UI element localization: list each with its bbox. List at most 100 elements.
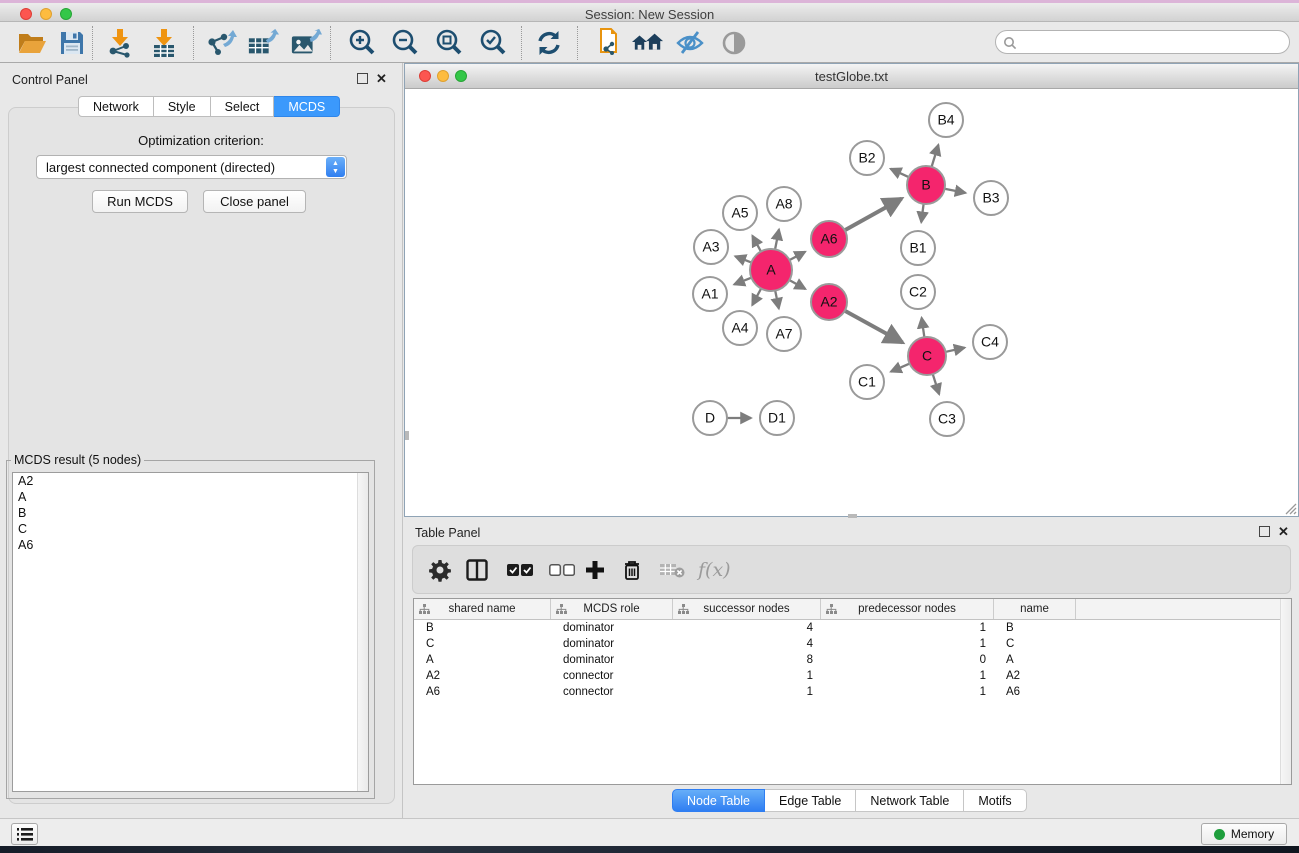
column-header-MCDS-role[interactable]: MCDS role — [551, 599, 673, 619]
window-title: Session: New Session — [0, 7, 1299, 22]
deselect-all-icon[interactable] — [549, 556, 575, 584]
table-cell: connector — [551, 684, 673, 700]
table-cell: dominator — [551, 620, 673, 636]
mcds-result-item[interactable]: B — [13, 505, 368, 521]
export-image-icon[interactable] — [290, 27, 322, 59]
select-all-icon[interactable] — [507, 556, 533, 584]
graph-node-label-A: A — [766, 262, 776, 278]
tab-node-table[interactable]: Node Table — [672, 789, 765, 812]
graph-edge-C-C3[interactable] — [932, 372, 939, 394]
graph-edge-A-A7[interactable] — [775, 289, 779, 309]
table-row[interactable]: A2connector11A2 — [414, 668, 1280, 684]
tab-network[interactable]: Network — [78, 96, 154, 117]
delete-table-icon[interactable] — [659, 556, 685, 584]
close-panel-button[interactable]: Close panel — [203, 190, 306, 213]
open-file-icon[interactable] — [16, 27, 48, 59]
mcds-result-item[interactable]: C — [13, 521, 368, 537]
graph-edge-C-C1[interactable] — [891, 363, 912, 372]
mcds-result-list[interactable]: A2ABCA6 — [12, 472, 369, 792]
graph-node-label-A2: A2 — [820, 294, 837, 310]
hide-selected-icon[interactable] — [674, 27, 706, 59]
criterion-select[interactable]: largest connected component (directed) ▲… — [36, 155, 347, 179]
mcds-result-item[interactable]: A6 — [13, 537, 368, 553]
graph-edge-A-A2[interactable] — [788, 279, 806, 289]
zoom-out-icon[interactable] — [389, 27, 421, 59]
network-window-titlebar[interactable]: testGlobe.txt — [405, 64, 1298, 89]
column-header-shared-name[interactable]: shared name — [414, 599, 551, 619]
table-row[interactable]: Adominator80A — [414, 652, 1280, 668]
column-label: successor nodes — [703, 603, 789, 615]
tab-edge-table[interactable]: Edge Table — [765, 789, 856, 812]
delete-column-icon[interactable] — [622, 556, 642, 584]
graph-edge-B-B2[interactable] — [891, 169, 911, 178]
run-mcds-button[interactable]: Run MCDS — [92, 190, 188, 213]
save-session-icon[interactable] — [56, 27, 88, 59]
zoom-in-icon[interactable] — [346, 27, 378, 59]
refresh-icon[interactable] — [533, 27, 565, 59]
split-view-icon[interactable] — [466, 556, 488, 584]
graph-node-label-C4: C4 — [981, 334, 999, 350]
table-cell: B — [414, 620, 551, 636]
column-header-predecessor-nodes[interactable]: predecessor nodes — [821, 599, 994, 619]
export-network-icon[interactable] — [205, 27, 237, 59]
table-row[interactable]: Bdominator41B — [414, 620, 1280, 636]
search-icon — [1003, 36, 1017, 50]
graph-edge-A-A4[interactable] — [752, 287, 762, 305]
task-history-button[interactable] — [11, 823, 38, 845]
table-cell: 0 — [821, 652, 994, 668]
import-table-icon[interactable] — [148, 27, 180, 59]
float-table-panel-icon[interactable] — [1259, 526, 1270, 537]
graph-edge-B-B3[interactable] — [943, 188, 966, 193]
table-settings-icon[interactable] — [428, 556, 452, 584]
close-panel-icon[interactable]: ✕ — [376, 73, 387, 84]
zoom-selected-icon[interactable] — [477, 27, 509, 59]
table-cell: 1 — [821, 668, 994, 684]
table-row[interactable]: Cdominator41C — [414, 636, 1280, 652]
memory-button[interactable]: Memory — [1201, 823, 1287, 845]
resize-grip-icon[interactable] — [1283, 501, 1297, 515]
graph-node-label-C1: C1 — [858, 374, 876, 390]
graph-edge-C-C2[interactable] — [922, 318, 925, 339]
close-table-panel-icon[interactable]: ✕ — [1278, 526, 1289, 537]
window-resize-handle[interactable] — [848, 514, 857, 518]
table-cell: B — [994, 620, 1076, 636]
main-titlebar: Session: New Session — [0, 0, 1299, 22]
graph-edge-A-A8[interactable] — [775, 230, 779, 252]
mcds-result-title: MCDS result (5 nodes) — [11, 453, 144, 467]
network-canvas[interactable]: AA1A2A3A4A5A6A7A8BB1B2B3B4CC1C2C3C4DD1 — [405, 89, 1298, 516]
tab-network-table[interactable]: Network Table — [856, 789, 964, 812]
import-network-icon[interactable] — [104, 27, 136, 59]
graph-node-label-A6: A6 — [820, 231, 837, 247]
export-table-icon[interactable] — [247, 27, 279, 59]
control-panel-tabs: Network Style Select MCDS — [78, 96, 340, 117]
graph-edge-C-C4[interactable] — [944, 348, 965, 353]
table-scrollbar[interactable] — [1280, 599, 1291, 784]
tab-select[interactable]: Select — [211, 96, 275, 117]
function-builder-icon[interactable]: f(x) — [698, 556, 731, 584]
show-all-icon[interactable] — [718, 27, 750, 59]
tab-style[interactable]: Style — [154, 96, 211, 117]
graph-edge-A-A1[interactable] — [734, 277, 753, 285]
home-layout-icon[interactable] — [632, 27, 664, 59]
column-header-successor-nodes[interactable]: successor nodes — [673, 599, 821, 619]
mcds-result-item[interactable]: A — [13, 489, 368, 505]
window-resize-handle[interactable] — [405, 431, 409, 440]
column-header-name[interactable]: name — [994, 599, 1076, 619]
graph-edge-A6-B[interactable] — [843, 199, 902, 232]
graph-edge-A2-C[interactable] — [843, 310, 902, 343]
tab-mcds[interactable]: MCDS — [274, 96, 340, 117]
scrollbar[interactable] — [357, 473, 368, 791]
search-input[interactable] — [1020, 32, 1280, 52]
desktop-wallpaper — [0, 846, 1299, 853]
graph-edge-B-B4[interactable] — [931, 145, 938, 169]
float-panel-icon[interactable] — [357, 73, 368, 84]
zoom-fit-icon[interactable] — [433, 27, 465, 59]
tab-motifs[interactable]: Motifs — [964, 789, 1026, 812]
table-cell: 1 — [673, 684, 821, 700]
add-column-icon[interactable] — [585, 556, 605, 584]
clone-network-icon[interactable] — [592, 27, 624, 59]
mcds-result-item[interactable]: A2 — [13, 473, 368, 489]
table-row[interactable]: A6connector11A6 — [414, 684, 1280, 700]
table-cell: A6 — [414, 684, 551, 700]
graph-edge-B-B1[interactable] — [921, 202, 924, 222]
